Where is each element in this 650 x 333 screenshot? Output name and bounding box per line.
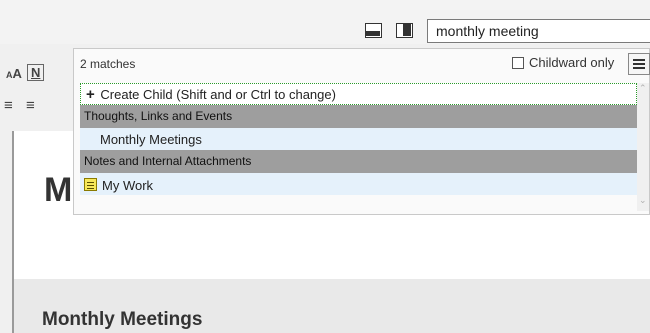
note-line — [87, 188, 94, 189]
menu-line — [633, 59, 645, 61]
bottom-panel-layout-icon[interactable] — [365, 23, 382, 38]
section-heading: Monthly Meetings — [42, 309, 203, 330]
create-child-item[interactable]: + Create Child (Shift and or Ctrl to cha… — [80, 83, 637, 105]
menu-button[interactable] — [628, 53, 650, 75]
panel-fill — [403, 24, 411, 36]
format-toolbar: AA N ≡ ≡ — [0, 44, 75, 124]
result-item-my-work[interactable]: My Work — [80, 173, 637, 195]
panel-fill — [366, 31, 380, 36]
side-panel-layout-icon[interactable] — [396, 23, 413, 38]
note-line — [87, 185, 94, 186]
note-line — [87, 182, 94, 183]
result-item-label: My Work — [102, 178, 154, 193]
scroll-down-icon[interactable]: ⌄ — [639, 195, 647, 206]
document-title: M — [44, 171, 73, 209]
plus-icon: + — [86, 86, 95, 103]
create-child-label: Create Child (Shift and or Ctrl to chang… — [100, 87, 336, 102]
font-size-button[interactable]: AA — [6, 66, 22, 81]
childward-only-toggle[interactable]: Childward only — [512, 55, 614, 70]
scroll-up-icon[interactable]: ⌃ — [639, 83, 647, 94]
group-header-notes: Notes and Internal Attachments — [80, 150, 637, 173]
match-count: 2 matches — [80, 57, 136, 71]
popup-header: 2 matches Childward only — [74, 49, 650, 79]
note-icon — [84, 178, 97, 191]
font-size-large-a: A — [12, 66, 22, 81]
menu-line — [633, 63, 645, 65]
normal-text-button[interactable]: N — [27, 64, 45, 81]
result-item-label: Monthly Meetings — [100, 132, 202, 147]
childward-label: Childward only — [529, 55, 615, 70]
top-toolbar: monthly meeting — [0, 0, 650, 44]
results-list: + Create Child (Shift and or Ctrl to cha… — [80, 83, 637, 195]
align-center-icon[interactable]: ≡ — [4, 97, 13, 114]
align-right-icon[interactable]: ≡ — [26, 97, 35, 114]
group-header-thoughts: Thoughts, Links and Events — [80, 105, 637, 128]
menu-line — [633, 67, 645, 69]
document-section: Monthly Meetings — [14, 279, 650, 333]
search-input[interactable]: monthly meeting — [427, 19, 650, 43]
childward-checkbox[interactable] — [512, 56, 524, 69]
results-scrollbar[interactable]: ⌃ ⌄ — [637, 83, 649, 211]
result-item-monthly-meetings[interactable]: Monthly Meetings — [80, 128, 637, 150]
search-results-popup: 2 matches Childward only + Create Child … — [73, 48, 650, 215]
